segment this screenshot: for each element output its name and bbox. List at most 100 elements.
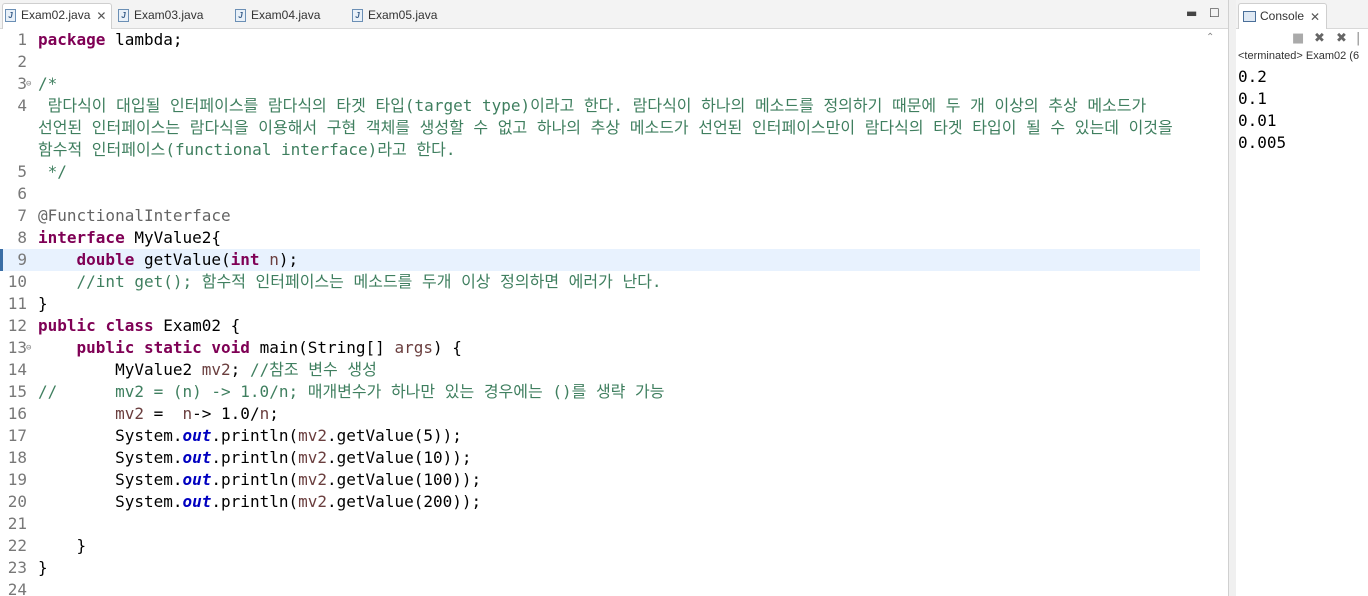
- line-number: 15: [7, 382, 27, 401]
- code-token: ) {: [432, 338, 462, 357]
- code-line[interactable]: 8 interface MyValue2{: [0, 227, 1200, 249]
- code-line[interactable]: 2: [0, 51, 1200, 73]
- line-number: 9: [17, 250, 27, 269]
- code-token: 선언된 인터페이스는 람다식을 이용해서 구현 객체를 생성할 수 없고 하나의…: [38, 118, 1173, 137]
- tab-console[interactable]: Console ✕: [1238, 3, 1328, 29]
- code-line[interactable]: 함수적 인터페이스(functional interface)라고 한다.: [0, 139, 1200, 161]
- console-output-line: 0.1: [1238, 89, 1267, 108]
- code-line[interactable]: 16 mv2 = n-> 1.0/n;: [0, 403, 1200, 425]
- scroll-up-icon[interactable]: ⌃: [1206, 32, 1214, 43]
- code-line[interactable]: 7 @FunctionalInterface: [0, 205, 1200, 227]
- code-token: .println(: [211, 448, 299, 467]
- remove-launch-icon[interactable]: ✖: [1314, 31, 1325, 47]
- code-area[interactable]: 1 package lambda; 2 3 ⊖/* 4 람다식이 대입될 인터페이스를 람…: [0, 29, 1228, 596]
- code-line[interactable]: 1 package lambda;: [0, 29, 1200, 51]
- code-token: .println(: [211, 492, 299, 511]
- code-line[interactable]: 19 System.out.println(mv2.getValue(100))…: [0, 469, 1200, 491]
- code-line[interactable]: 22 }: [0, 535, 1200, 557]
- code-token: n: [269, 250, 279, 269]
- minimize-icon[interactable]: ▬: [1186, 6, 1197, 20]
- code-token: lambda;: [105, 30, 183, 49]
- code-line[interactable]: 13 ⊖ public static void main(String[] arg…: [0, 337, 1200, 359]
- code-token: .getValue(100));: [327, 470, 482, 489]
- code-token: 람다식이 대입될 인터페이스를 람다식의 타겟 타입(target type)이…: [38, 96, 1147, 115]
- code-token: mv2: [115, 404, 144, 423]
- code-token: 함수적 인터페이스(functional interface)라고 한다.: [38, 140, 456, 159]
- line-number: 17: [7, 426, 27, 445]
- code-line[interactable]: 12 public class Exam02 {: [0, 315, 1200, 337]
- line-number: 8: [17, 228, 27, 247]
- line-number: 18: [7, 448, 27, 467]
- console-tab-label: Console: [1260, 9, 1305, 23]
- ide-window: J Exam02.java ✕ J Exam03.java J Exam04.java …: [0, 0, 1368, 596]
- code-token: package: [38, 30, 106, 49]
- tab-exam05[interactable]: J Exam05.java: [352, 4, 437, 26]
- code-text: // mv2 = (n) -> 1.0/n; 매개변수가 하나만 있는 경우에는…: [38, 381, 664, 403]
- code-token: .getValue(10));: [327, 448, 472, 467]
- code-text: 함수적 인터페이스(functional interface)라고 한다.: [38, 139, 455, 161]
- code-line[interactable]: 3 ⊖ /*: [0, 73, 1200, 95]
- code-line[interactable]: 5 */: [0, 161, 1200, 183]
- code-line[interactable]: 14 MyValue2 mv2; //참조 변수 생성: [0, 359, 1200, 381]
- code-line[interactable]: 24: [0, 579, 1200, 596]
- code-line[interactable]: 15 // mv2 = (n) -> 1.0/n; 매개변수가 하나만 있는 경우…: [0, 381, 1200, 403]
- code-line[interactable]: 4 람다식이 대입될 인터페이스를 람다식의 타겟 타입(target type…: [0, 95, 1200, 117]
- code-line[interactable]: 17 System.out.println(mv2.getValue(5));: [0, 425, 1200, 447]
- fold-toggle-icon[interactable]: ⊖: [26, 337, 31, 359]
- code-text: 선언된 인터페이스는 람다식을 이용해서 구현 객체를 생성할 수 없고 하나의…: [38, 117, 1173, 139]
- code-token: .println(: [211, 470, 299, 489]
- line-number: 6: [17, 184, 27, 203]
- code-text: double getValue(int n);: [38, 249, 299, 271]
- line-number: 11: [7, 294, 27, 313]
- maximize-icon[interactable]: ☐: [1209, 6, 1220, 20]
- code-line[interactable]: 선언된 인터페이스는 람다식을 이용해서 구현 객체를 생성할 수 없고 하나의…: [0, 117, 1200, 139]
- code-token: n: [259, 404, 270, 423]
- code-token: .getValue(200));: [327, 492, 482, 511]
- code-token: out: [182, 426, 212, 445]
- tab-exam03[interactable]: J Exam03.java: [118, 4, 203, 26]
- code-line[interactable]: 10 //int get(); 함수적 인터페이스는 메소드를 두개 이상 정의…: [0, 271, 1200, 293]
- console-output-line: 0.2: [1238, 67, 1267, 86]
- tab-exam04[interactable]: J Exam04.java: [235, 4, 320, 26]
- code-token: }: [38, 536, 87, 555]
- code-text: interface MyValue2{: [38, 227, 221, 249]
- line-number: 19: [7, 470, 27, 489]
- tab-label: Exam02.java: [21, 8, 91, 22]
- line-number: 3: [17, 74, 27, 93]
- code-text: mv2 = n-> 1.0/n;: [38, 403, 279, 425]
- code-line[interactable]: 9 double getValue(int n);: [0, 249, 1200, 271]
- code-token: mv2: [201, 360, 231, 379]
- code-token: double: [76, 250, 135, 269]
- overview-ruler: [1200, 29, 1228, 596]
- code-line[interactable]: 23}: [0, 557, 1200, 579]
- remove-all-terminated-icon[interactable]: ✖: [1336, 31, 1347, 47]
- code-token: public: [76, 338, 135, 357]
- code-token: // mv2 = (n) -> 1.0/n; 매개변수가 하나만 있는 경우에는…: [38, 382, 665, 401]
- close-icon[interactable]: ✕: [1310, 5, 1320, 29]
- code-token: n: [182, 404, 193, 423]
- line-number: 2: [17, 52, 27, 71]
- code-token: -> 1.0/: [192, 404, 260, 423]
- code-line[interactable]: 21: [0, 513, 1200, 535]
- code-text: System.out.println(mv2.getValue(10));: [38, 447, 472, 469]
- code-line[interactable]: 18 System.out.println(mv2.getValue(10));: [0, 447, 1200, 469]
- code-token: MyValue2{: [124, 228, 222, 247]
- code-token: args: [394, 338, 433, 357]
- code-token: mv2: [298, 492, 328, 511]
- code-line[interactable]: 11}: [0, 293, 1200, 315]
- code-line[interactable]: 6: [0, 183, 1200, 205]
- fold-toggle-icon[interactable]: ⊖: [26, 73, 31, 95]
- tab-exam02[interactable]: J Exam02.java ✕: [2, 3, 112, 29]
- code-line[interactable]: 20 System.out.println(mv2.getValue(200))…: [0, 491, 1200, 513]
- code-token: System.: [38, 426, 183, 445]
- terminate-icon[interactable]: ■: [1292, 31, 1304, 47]
- code-text: 람다식이 대입될 인터페이스를 람다식의 타겟 타입(target type)이…: [38, 95, 1147, 117]
- code-text: package lambda;: [38, 29, 183, 51]
- line-number: 1: [17, 30, 27, 49]
- console-output-line: 0.005: [1238, 133, 1287, 152]
- close-icon[interactable]: ✕: [96, 5, 106, 27]
